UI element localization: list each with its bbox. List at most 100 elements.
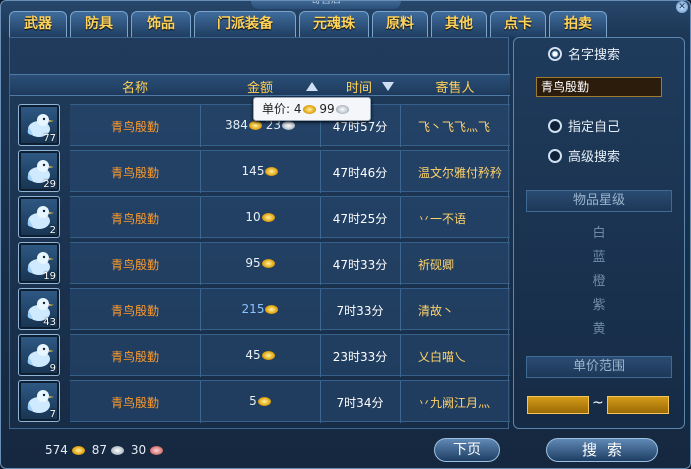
radio-name-search[interactable]: 名字搜索 [548, 44, 620, 63]
item-icon-slot[interactable]: 43 [18, 288, 60, 330]
tab-accessories[interactable]: 饰品 [131, 11, 191, 37]
row-cells: 青鸟殷勤 10 47时25分 丷一不语 [70, 196, 510, 239]
stack-count: 2 [49, 225, 56, 236]
star-level-white[interactable]: 白 [526, 222, 672, 246]
tab-point-cards[interactable]: 点卡 [490, 11, 546, 37]
price-max-input[interactable] [607, 396, 669, 414]
time-left: 47时25分 [332, 212, 388, 226]
item-icon-slot[interactable]: 29 [18, 150, 60, 192]
tab-soul-beads[interactable]: 元魂珠 [299, 11, 369, 37]
tooltip-gold: 4 [293, 102, 302, 116]
item-icon-slot[interactable]: 2 [18, 196, 60, 238]
stack-count: 43 [43, 317, 56, 328]
stack-count: 77 [43, 133, 56, 144]
tab-materials[interactable]: 原料 [372, 11, 428, 37]
tooltip-label: 单价: [262, 102, 291, 116]
item-icon-slot[interactable]: 19 [18, 242, 60, 284]
divider [400, 197, 401, 239]
gold-coin-icon [71, 446, 85, 455]
star-level-orange[interactable]: 橙 [526, 270, 672, 294]
radio-label: 名字搜索 [568, 48, 621, 63]
tab-armor[interactable]: 防具 [70, 11, 128, 37]
price-gold: 5 [249, 394, 257, 408]
row-cells: 青鸟殷勤 95 47时33分 祈砚卿 [70, 242, 510, 285]
table-row[interactable]: 29 青鸟殷勤 145 47时46分 温文尔雅付矜矜 [10, 146, 510, 193]
sort-ascending-icon[interactable] [306, 82, 318, 91]
divider [400, 151, 401, 193]
stack-count: 9 [49, 363, 56, 374]
tooltip-silver: 99 [319, 102, 335, 116]
time-left: 47时46分 [332, 166, 388, 180]
star-level-purple[interactable]: 紫 [526, 294, 672, 318]
seller-name: 温文尔雅付矜矜 [418, 166, 503, 180]
item-price: 215 [200, 302, 320, 316]
sort-descending-icon[interactable] [382, 82, 394, 91]
divider [400, 289, 401, 331]
time-left: 23时33分 [332, 350, 388, 364]
radio-checked-icon [548, 47, 562, 61]
tab-weapons[interactable]: 武器 [9, 11, 67, 37]
table-row[interactable]: 19 青鸟殷勤 95 47时33分 祈砚卿 [10, 238, 510, 285]
silver-coin-icon [111, 446, 125, 455]
item-name-input[interactable]: 青鸟殷勤 [536, 77, 662, 97]
star-level-yellow[interactable]: 黄 [526, 318, 672, 342]
row-cells: 青鸟殷勤 45 23时33分 乂白喵乀 [70, 334, 510, 377]
price-gold: 45 [245, 348, 261, 362]
category-tabs: 武器 防具 饰品 门派装备 元魂珠 原料 其他 点卡 拍卖 [9, 11, 607, 37]
price-gold: 10 [245, 210, 261, 224]
price-min-input[interactable] [527, 396, 589, 414]
table-row[interactable]: 43 青鸟殷勤 215 7时33分 清故丶 [10, 284, 510, 331]
radio-label: 高级搜索 [568, 150, 621, 165]
gold-coin-icon [261, 351, 275, 360]
time-left: 7时33分 [336, 304, 384, 318]
item-name: 青鸟殷勤 [110, 212, 159, 226]
column-seller[interactable]: 寄售人 [410, 77, 500, 96]
radio-icon [548, 119, 562, 133]
seller-name: 丷一不语 [418, 212, 467, 226]
close-icon[interactable]: ✕ [676, 1, 688, 13]
wallet-silver: 87 [91, 443, 108, 457]
row-cells: 青鸟殷勤 5 7时34分 丷九阙江月灬 [70, 380, 510, 423]
consignment-shop-window: 寄售店 ✕ 武器 防具 饰品 门派装备 元魂珠 原料 其他 点卡 拍卖 名称 金… [0, 0, 691, 469]
item-name: 青鸟殷勤 [110, 258, 159, 272]
star-level-list: 白 蓝 橙 紫 黄 [526, 222, 672, 342]
gold-coin-icon [261, 213, 275, 222]
listing-panel: 名称 金额 时间 寄售人 77 青鸟殷勤 384 23 47时57分 飞丶飞飞灬… [9, 37, 510, 429]
radio-self[interactable]: 指定自己 [548, 116, 620, 135]
column-time[interactable]: 时间 [334, 77, 384, 96]
item-icon-slot[interactable]: 7 [18, 380, 60, 422]
seller-name: 飞丶飞飞灬飞 [418, 120, 491, 134]
gold-coin-icon [265, 305, 279, 314]
seller-name: 清故丶 [418, 304, 455, 318]
stack-count: 19 [43, 271, 56, 282]
item-price: 5 [200, 394, 320, 408]
stack-count: 7 [49, 409, 56, 420]
table-row[interactable]: 9 青鸟殷勤 45 23时33分 乂白喵乀 [10, 330, 510, 377]
column-price[interactable]: 金额 [230, 77, 290, 96]
item-price: 10 [200, 210, 320, 224]
divider [400, 105, 401, 147]
item-name: 青鸟殷勤 [110, 304, 159, 318]
table-row[interactable]: 2 青鸟殷勤 10 47时25分 丷一不语 [10, 192, 510, 239]
item-icon-slot[interactable]: 9 [18, 334, 60, 376]
unit-price-tooltip: 单价: 4 99 [253, 97, 371, 121]
radio-advanced[interactable]: 高级搜索 [548, 146, 620, 165]
wallet-gold: 574 [45, 443, 68, 457]
tab-other[interactable]: 其他 [431, 11, 487, 37]
search-panel: 名字搜索 青鸟殷勤 指定自己 高级搜索 物品星级 白 蓝 橙 紫 黄 单价范围 [513, 37, 685, 429]
search-button[interactable]: 搜索 [546, 438, 658, 462]
time-left: 47时33分 [332, 258, 388, 272]
range-separator: ~ [592, 395, 604, 411]
tab-auction[interactable]: 拍卖 [549, 11, 607, 37]
item-icon-slot[interactable]: 77 [18, 104, 60, 146]
column-name[interactable]: 名称 [70, 77, 200, 96]
divider [400, 335, 401, 377]
item-name: 青鸟殷勤 [110, 166, 159, 180]
silver-coin-icon [282, 121, 295, 130]
tab-sect-equipment[interactable]: 门派装备 [194, 11, 296, 37]
next-page-button[interactable]: 下页 [434, 438, 500, 462]
table-row[interactable]: 7 青鸟殷勤 5 7时34分 丷九阙江月灬 [10, 376, 510, 423]
divider [400, 381, 401, 423]
star-level-blue[interactable]: 蓝 [526, 246, 672, 270]
item-name: 青鸟殷勤 [110, 120, 159, 134]
